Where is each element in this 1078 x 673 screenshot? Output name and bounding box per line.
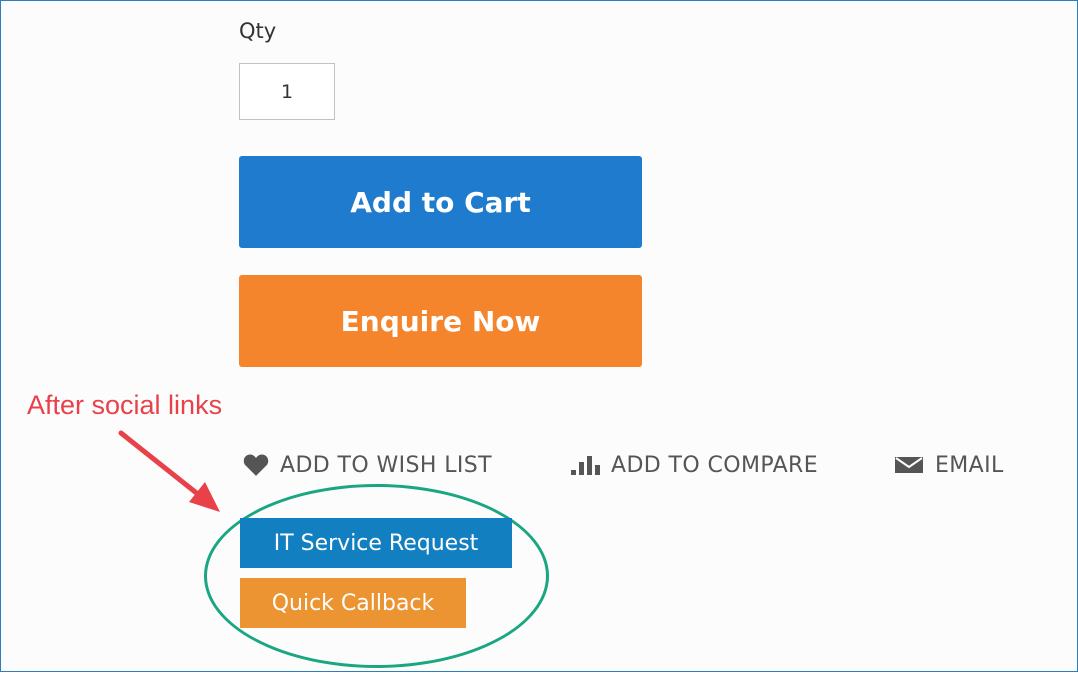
email-link[interactable]: EMAIL: [895, 450, 1004, 480]
heart-icon: [242, 453, 270, 477]
page-frame: Qty Add to Cart Enquire Now After social…: [0, 0, 1078, 672]
wish-list-label: ADD TO WISH LIST: [280, 452, 492, 478]
envelope-icon: [895, 455, 925, 475]
it-service-request-button[interactable]: IT Service Request: [240, 518, 512, 568]
add-to-compare-link[interactable]: ADD TO COMPARE: [571, 450, 818, 480]
add-to-wish-list-link[interactable]: ADD TO WISH LIST: [242, 450, 492, 480]
compare-label: ADD TO COMPARE: [611, 452, 819, 478]
email-label: EMAIL: [935, 452, 1004, 478]
quick-callback-button[interactable]: Quick Callback: [240, 578, 466, 628]
bar-chart-icon: [571, 454, 601, 476]
highlight-circle: [204, 484, 549, 668]
